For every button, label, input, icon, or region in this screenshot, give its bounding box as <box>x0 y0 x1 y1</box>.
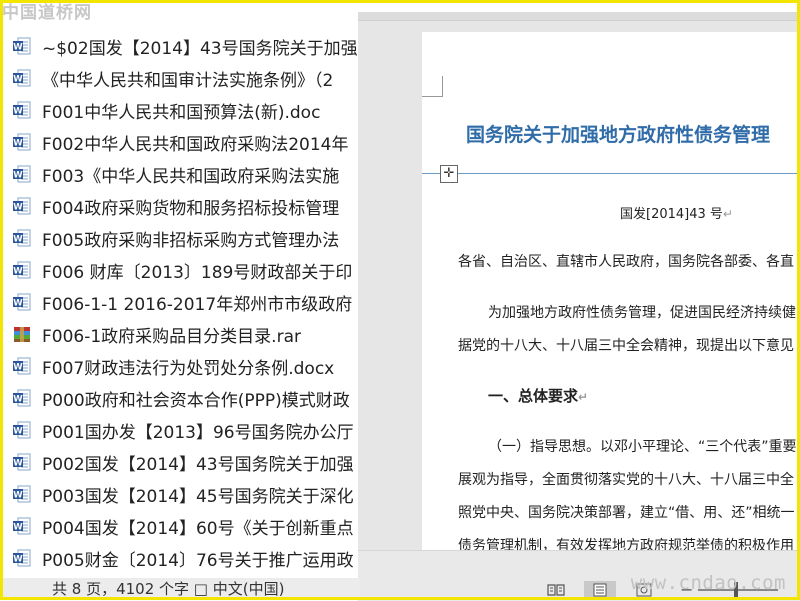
title-divider <box>422 173 800 174</box>
file-name: F001中华人民共和国预算法(新).doc <box>42 102 321 123</box>
svg-text:W: W <box>13 362 23 372</box>
intro-line-2: 据党的十八大、十八届三中全会精神，现提出以下意见 <box>458 338 794 354</box>
file-list-item[interactable]: W P004国发【2014】60号《关于创新重点 <box>0 510 360 542</box>
word-doc-icon: W <box>11 67 33 89</box>
word-doc-icon: W <box>11 227 33 249</box>
document-number: 国发[2014]43 号↵ <box>620 207 733 222</box>
svg-text:W: W <box>13 234 23 244</box>
file-list-item[interactable]: W P001国办发【2013】96号国务院办公厅 <box>0 414 360 446</box>
file-name: ~$02国发【2014】43号国务院关于加强 <box>42 38 358 59</box>
file-list-item[interactable]: W ~$02国发【2014】43号国务院关于加强 <box>0 30 360 62</box>
word-doc-icon: W <box>11 291 33 313</box>
file-name: P005财金〔2014〕76号关于推广运用政 <box>42 550 354 571</box>
file-list-item[interactable]: W F001中华人民共和国预算法(新).doc <box>0 94 360 126</box>
svg-text:W: W <box>13 298 23 308</box>
svg-text:W: W <box>13 138 23 148</box>
word-doc-icon: W <box>11 131 33 153</box>
word-doc-icon: W <box>11 195 33 217</box>
file-name: F004政府采购货物和服务招标投标管理 <box>42 198 340 219</box>
file-list-item[interactable]: W F002中华人民共和国政府采购法2014年 <box>0 126 360 158</box>
file-list-item[interactable]: W F006 财库〔2013〕189号财政部关于印 <box>0 254 360 286</box>
file-name: F006-1-1 2016-2017年郑州市市级政府 <box>42 294 353 315</box>
body-line-1: （一）指导思想。以邓小平理论、“三个代表”重要 <box>488 439 797 455</box>
svg-text:W: W <box>13 554 23 564</box>
file-name: P001国办发【2013】96号国务院办公厅 <box>42 422 354 443</box>
word-document-window: 国务院关于加强地方政府性债务管理 ✛ 国发[2014]43 号↵ 各省、自治区、… <box>358 12 800 601</box>
document-status-text: 共 8 页，4102 个字 □ 中文(中国) <box>0 578 360 600</box>
file-name: P002国发【2014】43号国务院关于加强 <box>42 454 354 475</box>
file-name: P000政府和社会资本合作(PPP)模式财政 <box>42 390 350 411</box>
file-name: P003国发【2014】45号国务院关于深化 <box>42 486 354 507</box>
section-heading: 一、总体要求↵ <box>488 387 589 405</box>
svg-text:W: W <box>13 394 23 404</box>
body-line-4: 债务管理机制，有效发挥地方政府规范举债的积极作用 <box>458 538 794 550</box>
watermark-url: www.cndao.com <box>630 572 786 594</box>
body-line-3: 照党中央、国务院决策部署，建立“借、用、还”相统一 <box>458 505 795 521</box>
word-doc-icon: W <box>11 515 33 537</box>
word-doc-icon: W <box>11 163 33 185</box>
word-doc-icon: W <box>11 355 33 377</box>
svg-text:W: W <box>13 490 23 500</box>
file-name: F006 财库〔2013〕189号财政部关于印 <box>42 262 353 283</box>
file-name: F006-1政府采购品目分类目录.rar <box>42 326 301 347</box>
intro-line-1: 为加强地方政府性债务管理，促进国民经济持续健 <box>488 305 796 321</box>
watermark-logo-text: 中国道桥网 <box>2 3 92 23</box>
file-list-item[interactable]: W F006-1-1 2016-2017年郑州市市级政府 <box>0 286 360 318</box>
file-list-item[interactable]: W F005政府采购非招标采购方式管理办法 <box>0 222 360 254</box>
file-list-item[interactable]: W 《中华人民共和国审计法实施条例》（2 <box>0 62 360 94</box>
file-list-item[interactable]: W P000政府和社会资本合作(PPP)模式财政 <box>0 382 360 414</box>
file-name: F007财政违法行为处罚处分条例.docx <box>42 358 335 379</box>
body-line-2: 展观为指导，全面贯彻落实党的十八大、十八届三中全 <box>458 472 794 488</box>
document-title: 国务院关于加强地方政府性债务管理 <box>466 124 771 146</box>
file-list: W ~$02国发【2014】43号国务院关于加强 W 《中华人民共和国审计法实施条例》… <box>0 30 360 600</box>
file-name: F003《中华人民共和国政府采购法实施 <box>42 166 340 187</box>
word-doc-icon: W <box>11 387 33 409</box>
word-doc-icon: W <box>11 483 33 505</box>
word-doc-icon: W <box>11 419 33 441</box>
table-move-handle-icon[interactable]: ✛ <box>440 165 458 183</box>
file-list-item[interactable]: W F007财政违法行为处罚处分条例.docx <box>0 350 360 382</box>
word-doc-icon: W <box>11 259 33 281</box>
word-doc-icon: W <box>11 35 33 57</box>
file-list-item[interactable]: W F003《中华人民共和国政府采购法实施 <box>0 158 360 190</box>
address-line: 各省、自治区、直辖市人民政府，国务院各部委、各直 <box>458 254 794 270</box>
svg-text:W: W <box>13 106 23 116</box>
svg-text:W: W <box>13 42 23 52</box>
file-name: 《中华人民共和国审计法实施条例》（2 <box>42 70 334 91</box>
svg-text:W: W <box>13 458 23 468</box>
file-list-item[interactable]: W P003国发【2014】45号国务院关于深化 <box>0 478 360 510</box>
word-doc-icon: W <box>11 547 33 569</box>
read-mode-icon[interactable] <box>540 581 572 599</box>
file-list-item[interactable]: W P002国发【2014】43号国务院关于加强 <box>0 446 360 478</box>
rar-archive-icon <box>11 323 33 345</box>
svg-text:W: W <box>13 266 23 276</box>
document-page[interactable]: 国务院关于加强地方政府性债务管理 ✛ 国发[2014]43 号↵ 各省、自治区、… <box>422 32 800 550</box>
svg-text:W: W <box>13 170 23 180</box>
print-layout-icon[interactable] <box>584 581 616 599</box>
file-name: F005政府采购非招标采购方式管理办法 <box>42 230 340 251</box>
margin-corner-mark <box>422 76 443 97</box>
word-doc-icon: W <box>11 451 33 473</box>
file-name: P004国发【2014】60号《关于创新重点 <box>42 518 354 539</box>
file-list-item[interactable]: W F004政府采购货物和服务招标投标管理 <box>0 190 360 222</box>
svg-text:W: W <box>13 202 23 212</box>
file-list-item[interactable]: W P005财金〔2014〕76号关于推广运用政 <box>0 542 360 574</box>
svg-text:W: W <box>13 426 23 436</box>
svg-text:W: W <box>13 74 23 84</box>
file-list-item[interactable]: F006-1政府采购品目分类目录.rar <box>0 318 360 350</box>
file-name: F002中华人民共和国政府采购法2014年 <box>42 134 349 155</box>
ruler <box>358 12 800 21</box>
word-doc-icon: W <box>11 99 33 121</box>
svg-text:W: W <box>13 522 23 532</box>
